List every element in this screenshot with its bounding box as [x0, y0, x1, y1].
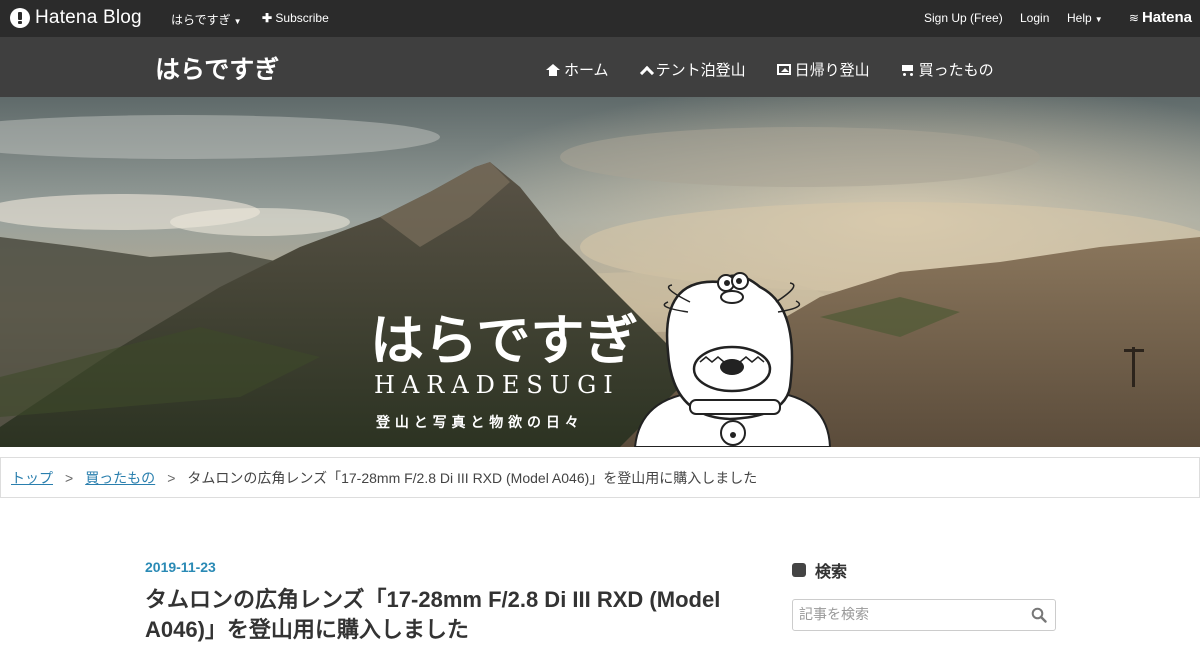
hatena-logo-text: Hatena [1141, 9, 1192, 26]
hero-logo-subtext: HARADESUGI [374, 371, 620, 399]
signup-link[interactable]: Sign Up (Free) [924, 11, 1003, 25]
caret-down-icon: ▼ [1094, 15, 1103, 24]
nav-item-purchases[interactable]: 買ったもの [901, 59, 994, 80]
sidebar-search-title: 検索 [792, 558, 1056, 582]
picture-icon [776, 64, 791, 75]
breadcrumb-separator: > [65, 469, 74, 486]
sidebar-search-module: 検索 [792, 558, 1056, 631]
caret-down-icon: ▼ [233, 17, 242, 26]
breadcrumb-current: タムロンの広角レンズ「17-28mm F/2.8 Di III RXD (Mod… [187, 469, 758, 486]
help-dropdown[interactable]: Help ▼ [1067, 11, 1103, 25]
hatena-global-bar: Hatena Blog はらですぎ ▼ ✚ Subscribe Sign Up (… [0, 0, 1200, 37]
blog-header: はらですぎ ホーム テント泊登山 日帰り登山 買ったもの [0, 37, 1200, 97]
search-icon[interactable] [1031, 607, 1047, 623]
search-input[interactable] [793, 600, 1025, 630]
hatena-blog-logo-icon [10, 8, 30, 28]
hatena-logo[interactable]: ≋ Hatena [1129, 9, 1192, 26]
nav-item-label: ホーム [564, 61, 609, 79]
help-label: Help [1067, 11, 1092, 25]
sidebar-search-title-text: 検索 [815, 562, 848, 581]
entry-title[interactable]: タムロンの広角レンズ「17-28mm F/2.8 Di III RXD (Mod… [145, 585, 745, 645]
breadcrumb-category-link[interactable]: 買ったもの [85, 468, 155, 488]
global-nav: ホーム テント泊登山 日帰り登山 買ったもの [546, 59, 1025, 80]
nav-item-home[interactable]: ホーム [546, 59, 609, 80]
breadcrumb-separator: > [167, 469, 176, 486]
chevron-up-icon [640, 64, 652, 76]
breadcrumb: トップ > 買ったもの > タムロンの広角レンズ「17-28mm F/2.8 D… [0, 457, 1200, 498]
hatena-wave-icon: ≋ [1128, 10, 1139, 25]
nav-item-label: 日帰り登山 [794, 61, 870, 79]
header-image[interactable]: はらですぎ HARADESUGI 登 山 と 写 真 と 物 欲 の 日 々 [0, 97, 1200, 447]
mountain-photo: はらですぎ HARADESUGI 登 山 と 写 真 と 物 欲 の 日 々 [0, 97, 1200, 447]
nav-item-label: 買ったもの [918, 61, 994, 79]
subscribe-button[interactable]: ✚ Subscribe [262, 11, 329, 25]
nav-item-label: テント泊登山 [655, 61, 746, 79]
hatena-blog-brand: Hatena Blog [35, 7, 142, 28]
plus-icon: ✚ [262, 11, 273, 25]
login-link[interactable]: Login [1020, 11, 1049, 25]
blog-menu-dropdown[interactable]: はらですぎ ▼ [171, 11, 242, 28]
cart-icon [901, 64, 915, 76]
subscribe-label: Subscribe [275, 11, 329, 25]
square-bullet-icon [792, 563, 806, 577]
hatena-blog-logo[interactable]: Hatena Blog [10, 7, 142, 29]
nav-item-day-hiking[interactable]: 日帰り登山 [776, 59, 870, 80]
home-icon [546, 63, 560, 76]
search-box [792, 599, 1056, 631]
entry-date[interactable]: 2019-11-23 [145, 559, 216, 575]
hero-logo-text: はらですぎ [370, 309, 638, 372]
breadcrumb-top-link[interactable]: トップ [11, 468, 53, 488]
nav-item-tent-hiking[interactable]: テント泊登山 [640, 59, 746, 80]
blog-menu-label: はらですぎ [171, 13, 231, 27]
hero-tagline: 登 山 と 写 真 と 物 欲 の 日 々 [375, 414, 579, 431]
blog-title[interactable]: はらですぎ [155, 50, 279, 86]
